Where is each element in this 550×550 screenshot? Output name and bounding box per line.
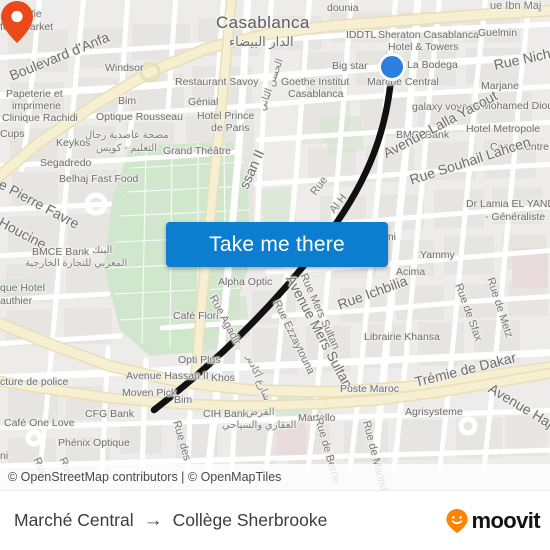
moovit-wordmark: moovit — [471, 507, 540, 533]
route-origin: Marché Central — [14, 510, 134, 530]
route-summary: Marché Central → Collège Sherbrooke — [14, 510, 327, 532]
route-destination: Collège Sherbrooke — [172, 510, 328, 530]
take-me-there-button[interactable]: Take me there — [166, 222, 388, 267]
moovit-pin-icon — [446, 508, 469, 533]
attribution-text: © OpenStreetMap contributors | © OpenMap… — [8, 470, 282, 484]
destination-marker[interactable] — [0, 0, 34, 44]
origin-marker[interactable] — [378, 53, 406, 81]
arrow-right-icon: → — [143, 509, 163, 531]
map-canvas[interactable]: .blk{fill:#e6e5e2;} .rdw{stroke:#ffffff;… — [0, 0, 550, 490]
moovit-logo[interactable]: moovit — [445, 507, 541, 534]
route-footer: Marché Central → Collège Sherbrooke moov… — [0, 490, 550, 550]
moovit-route-screen: .blk{fill:#e6e5e2;} .rdw{stroke:#ffffff;… — [0, 0, 550, 550]
map-attribution: © OpenStreetMap contributors | © OpenMap… — [0, 464, 550, 490]
